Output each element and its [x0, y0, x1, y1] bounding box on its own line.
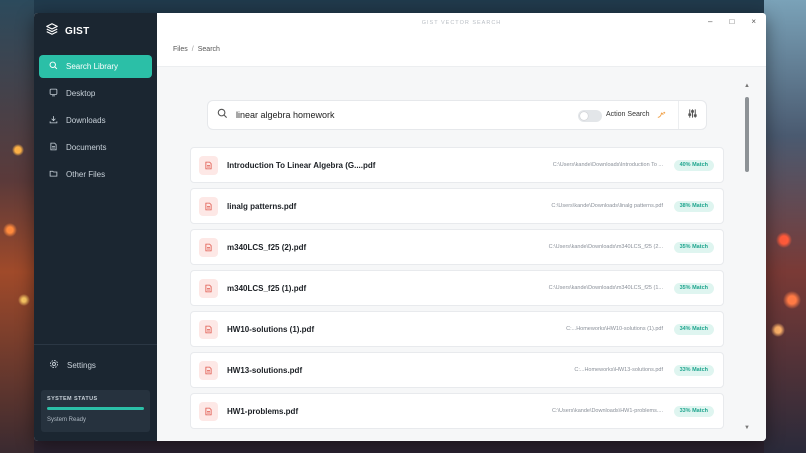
result-file-path: C:...Homeworks\HW13-solutions.pdf: [574, 367, 663, 373]
brand: GIST: [34, 13, 157, 49]
download-icon: [49, 115, 58, 126]
search-input[interactable]: [236, 110, 536, 120]
result-row[interactable]: HW13-solutions.pdf C:...Homeworks\HW13-so…: [190, 352, 724, 388]
result-file-path: C:\Users\kande\Downloads\m340LCS_f25 (1.…: [548, 285, 663, 291]
sidebar-divider: [34, 344, 157, 345]
search-bar: Action Search: [207, 100, 707, 130]
scroll-up-arrow-icon[interactable]: ▲: [744, 83, 750, 89]
pdf-file-icon: [199, 319, 218, 339]
gear-icon: [49, 359, 59, 371]
sidebar-item-downloads[interactable]: Downloads: [39, 109, 152, 132]
result-file-name: HW1-problems.pdf: [227, 406, 299, 416]
sidebar-nav: Search Library Desktop Downloads Documen…: [34, 55, 157, 186]
settings-label: Settings: [67, 360, 96, 370]
system-status-panel: SYSTEM STATUS System Ready: [41, 390, 150, 432]
result-row[interactable]: linalg patterns.pdf C:\Users\kande\Downlo…: [190, 188, 724, 224]
breadcrumb: Files / Search: [157, 33, 766, 67]
match-badge: 35% Match: [673, 282, 714, 294]
result-row[interactable]: Introduction To Linear Algebra (G....pdf…: [190, 147, 724, 183]
scroll-down-arrow-icon[interactable]: ▼: [744, 425, 750, 431]
app-window: GIST Search Library Desktop Downloads Do…: [34, 13, 766, 441]
system-status-bar: [47, 407, 144, 410]
scrollbar-thumb[interactable]: [745, 97, 749, 172]
layers-icon: [45, 22, 59, 41]
results-list: Introduction To Linear Algebra (G....pdf…: [190, 147, 724, 441]
wallpaper-left: [0, 0, 34, 453]
result-row[interactable]: HW10-solutions (1).pdf C:...Homeworks\HW1…: [190, 311, 724, 347]
title-bar: GIST VECTOR SEARCH – □ ×: [157, 13, 766, 33]
system-status-title: SYSTEM STATUS: [47, 396, 98, 402]
result-file-path: C:\Users\kande\Downloads\Introduction To…: [552, 162, 663, 168]
result-file-path: C:\Users\kande\Downloads\HW1-problems...…: [552, 408, 663, 414]
pdf-file-icon: [199, 196, 218, 216]
sidebar-item-documents[interactable]: Documents: [39, 136, 152, 159]
pdf-file-icon: [199, 401, 218, 421]
result-file-name: HW10-solutions (1).pdf: [227, 324, 315, 334]
window-caption: GIST VECTOR SEARCH: [421, 20, 502, 26]
result-row[interactable]: m340LCS_f25 (2).pdf C:\Users\kande\Downlo…: [190, 229, 724, 265]
result-file-path: C:\Users\kande\Downloads\m340LCS_f25 (2.…: [548, 244, 663, 250]
sidebar-item-label: Documents: [66, 143, 107, 152]
match-badge: 40% Match: [673, 159, 714, 171]
match-badge: 34% Match: [673, 323, 714, 335]
match-badge: 35% Match: [673, 241, 714, 253]
action-search-toggle[interactable]: [578, 110, 602, 122]
sidebar-item-search-library[interactable]: Search Library: [39, 55, 152, 78]
result-file-name: linalg patterns.pdf: [227, 201, 297, 211]
document-icon: [49, 142, 58, 153]
system-status-text: System Ready: [47, 417, 87, 423]
result-file-path: C:\Users\kande\Downloads\linalg patterns…: [551, 203, 663, 209]
minimize-button[interactable]: –: [708, 17, 712, 26]
sidebar-item-label: Desktop: [66, 89, 96, 98]
monitor-icon: [49, 88, 58, 99]
result-file-name: HW13-solutions.pdf: [227, 365, 303, 375]
result-file-name: m340LCS_f25 (2).pdf: [227, 242, 307, 252]
wallpaper-right: [764, 0, 806, 453]
sidebar-item-other-files[interactable]: Other Files: [39, 163, 152, 186]
action-search-label: Action Search: [606, 111, 650, 118]
pdf-file-icon: [199, 360, 218, 380]
filter-button[interactable]: [678, 101, 706, 129]
main-panel: GIST VECTOR SEARCH – □ × Files / Search …: [157, 13, 766, 441]
sidebar-item-label: Downloads: [66, 116, 106, 125]
pdf-file-icon: [199, 278, 218, 298]
result-row[interactable]: m340LCS_f25 (1).pdf C:\Users\kande\Downlo…: [190, 270, 724, 306]
result-file-name: m340LCS_f25 (1).pdf: [227, 283, 307, 293]
result-file-name: Introduction To Linear Algebra (G....pdf: [227, 160, 376, 170]
match-badge: 33% Match: [673, 405, 714, 417]
sliders-icon: [687, 106, 698, 124]
window-controls: – □ ×: [708, 17, 756, 26]
breadcrumb-search: Search: [197, 46, 220, 53]
system-status-bar-fill: [47, 407, 144, 410]
brand-name: GIST: [65, 25, 90, 37]
sidebar-item-desktop[interactable]: Desktop: [39, 82, 152, 105]
breadcrumb-separator: /: [191, 46, 194, 53]
match-badge: 38% Match: [673, 200, 714, 212]
pdf-file-icon: [199, 237, 218, 257]
sidebar-item-settings[interactable]: Settings: [39, 354, 152, 376]
maximize-button[interactable]: □: [729, 17, 734, 26]
folder-icon: [49, 169, 58, 180]
match-badge: 33% Match: [673, 364, 714, 376]
breadcrumb-files[interactable]: Files: [173, 46, 188, 53]
pdf-file-icon: [199, 155, 218, 175]
search-icon: [49, 61, 58, 72]
content-area: Action Search Introduction To Linear Alg…: [157, 67, 766, 441]
scrollbar[interactable]: ▲ ▼: [744, 83, 750, 431]
result-row[interactable]: HW1-problems.pdf C:\Users\kande\Downloads…: [190, 393, 724, 429]
result-file-path: C:...Homeworks\HW10-solutions (1).pdf: [566, 326, 663, 332]
sidebar-item-label: Search Library: [66, 62, 119, 71]
sidebar: GIST Search Library Desktop Downloads Do…: [34, 13, 157, 441]
search-icon: [217, 106, 228, 124]
close-button[interactable]: ×: [751, 17, 756, 26]
sidebar-item-label: Other Files: [66, 170, 106, 179]
